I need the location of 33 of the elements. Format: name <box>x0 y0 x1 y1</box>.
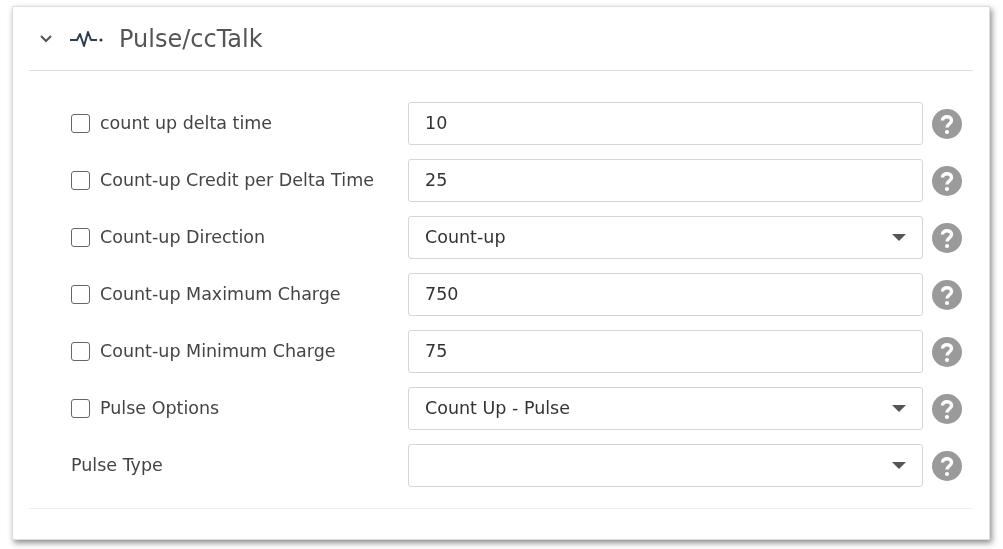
field-label: Count-up Credit per Delta Time <box>100 169 374 193</box>
help-icon[interactable] <box>932 222 962 253</box>
caret-icon <box>892 405 906 412</box>
pulse-icon <box>69 28 103 49</box>
checkbox[interactable] <box>71 399 90 418</box>
help-icon[interactable] <box>932 279 962 310</box>
help-icon[interactable] <box>932 165 962 196</box>
field-label: Count-up Maximum Charge <box>100 283 341 307</box>
checkbox[interactable] <box>71 285 90 304</box>
help-icon[interactable] <box>932 336 962 367</box>
field-label: Count-up Direction <box>100 226 266 250</box>
field-label: Pulse Type <box>71 454 163 478</box>
caret-icon <box>892 234 906 241</box>
help-icon[interactable] <box>932 108 962 139</box>
checkbox[interactable] <box>71 342 90 361</box>
dropdown[interactable] <box>408 444 923 487</box>
checkbox[interactable] <box>71 114 90 133</box>
help-icon[interactable] <box>932 450 962 481</box>
checkbox[interactable] <box>71 228 90 247</box>
caret-icon <box>892 462 906 469</box>
field-label: Pulse Options <box>100 397 220 421</box>
section-title: Pulse/ccTalk <box>119 23 263 55</box>
dropdown[interactable]: Count Up - Pulse <box>408 387 923 430</box>
field-label: Count-up Minimum Charge <box>100 340 336 364</box>
input-field[interactable]: 750 <box>408 273 923 316</box>
checkbox[interactable] <box>71 171 90 190</box>
input-field[interactable]: 10 <box>408 102 923 145</box>
help-icon[interactable] <box>932 393 962 424</box>
dropdown[interactable]: Count-up <box>408 216 923 259</box>
chevron-down-icon[interactable] <box>39 33 53 44</box>
field-label: count up delta time <box>100 112 273 136</box>
input-field[interactable]: 25 <box>408 159 923 202</box>
input-field[interactable]: 75 <box>408 330 923 373</box>
